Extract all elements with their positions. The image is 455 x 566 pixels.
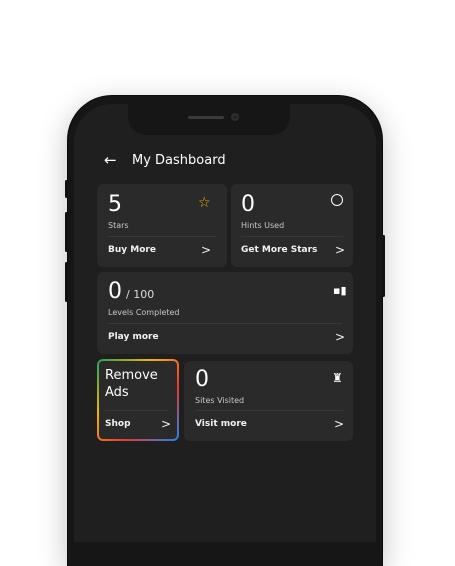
speaker-grille bbox=[188, 116, 224, 119]
phone-side-button-left-1 bbox=[65, 180, 68, 198]
phone-side-button-left-3 bbox=[65, 262, 68, 302]
levels-card: 0 / 100 ▪▮ Levels Completed Play more > bbox=[97, 272, 353, 354]
sites-label: Sites Visited bbox=[195, 396, 245, 405]
levels-total: / 100 bbox=[126, 288, 155, 301]
remove-ads-divider bbox=[105, 410, 169, 411]
page-title: My Dashboard bbox=[132, 152, 226, 168]
remove-ads-line2: Ads bbox=[105, 385, 129, 400]
chart-icon: ▪▮ bbox=[333, 284, 347, 297]
chevron-right-icon[interactable]: > bbox=[335, 330, 345, 344]
levels-label: Levels Completed bbox=[108, 308, 180, 317]
front-camera bbox=[231, 113, 239, 121]
hints-count: 0 bbox=[241, 192, 255, 217]
buy-more-link[interactable]: Buy More bbox=[108, 245, 156, 255]
levels-count: 0 bbox=[108, 279, 122, 304]
remove-ads-line1: Remove bbox=[105, 368, 158, 383]
clock-icon bbox=[331, 194, 343, 206]
chevron-right-icon[interactable]: > bbox=[335, 243, 345, 257]
sites-divider bbox=[195, 410, 343, 411]
visit-more-link[interactable]: Visit more bbox=[195, 419, 247, 429]
hints-card: 0 Hints Used Get More Stars > bbox=[231, 184, 353, 267]
sites-count: 0 bbox=[195, 367, 209, 392]
hints-label: Hints Used bbox=[241, 221, 285, 230]
chevron-right-icon[interactable]: > bbox=[334, 417, 344, 431]
star-icon: ☆ bbox=[198, 195, 211, 211]
stars-label: Stars bbox=[108, 221, 129, 230]
shop-link[interactable]: Shop bbox=[105, 419, 131, 429]
stars-count: 5 bbox=[108, 192, 122, 217]
arrow-left-icon[interactable]: ← bbox=[104, 151, 124, 169]
stars-divider bbox=[108, 236, 216, 237]
hints-divider bbox=[241, 236, 343, 237]
dashboard-header: ← My Dashboard bbox=[104, 151, 226, 169]
trophy-icon: ♜ bbox=[332, 371, 343, 385]
app-screen: ← My Dashboard 5 ☆ Stars Buy More > 0 Hi… bbox=[74, 104, 376, 542]
phone-side-button-left-2 bbox=[65, 212, 68, 252]
chevron-right-icon[interactable]: > bbox=[161, 417, 171, 431]
remove-ads-card[interactable]: Remove Ads Shop > bbox=[97, 359, 179, 441]
phone-notch bbox=[128, 104, 290, 135]
phone-side-button-right bbox=[382, 235, 385, 297]
stars-card: 5 ☆ Stars Buy More > bbox=[97, 184, 227, 267]
sites-card: 0 ♜ Sites Visited Visit more > bbox=[184, 361, 353, 441]
play-more-link[interactable]: Play more bbox=[108, 332, 159, 342]
get-more-stars-link[interactable]: Get More Stars bbox=[241, 245, 317, 255]
chevron-right-icon[interactable]: > bbox=[201, 243, 211, 257]
levels-divider bbox=[108, 323, 342, 324]
